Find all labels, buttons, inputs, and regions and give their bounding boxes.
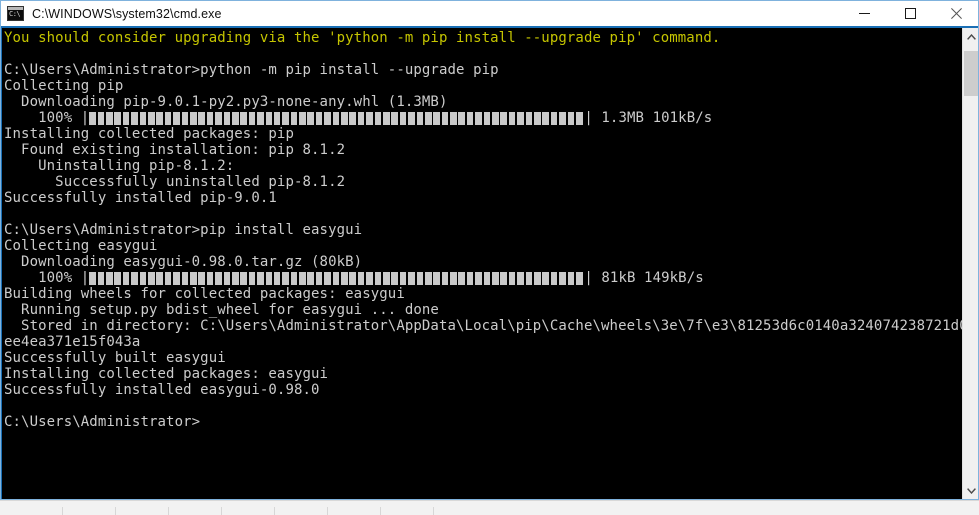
background-cell [115,507,168,515]
console-line: Collecting easygui [4,238,158,254]
chevron-down-icon [967,487,976,494]
background-cutoff-strip [0,500,979,515]
console-line: Installing collected packages: easygui [4,366,329,382]
console-line: Building wheels for collected packages: … [4,286,405,302]
minimize-icon [858,13,870,14]
progress-bar-fill [89,271,584,285]
background-cell [274,507,327,515]
console-output: You should consider upgrading via the 'p… [4,28,979,430]
desktop-background: C:\ C:\WINDOWS\system32\cmd.exe You shou… [0,0,979,515]
console-line: Successfully uninstalled pip-8.1.2 [4,174,346,190]
close-icon [950,8,962,19]
console-line: Successfully built easygui [4,350,226,366]
cmd-console-icon: C:\ [7,6,24,21]
console-line: C:\Users\Administrator>python -m pip ins… [4,62,499,78]
console-line: ee4ea371e15f043a [4,334,141,350]
progress-percent-label: 100% | [4,270,90,286]
background-cell [62,507,115,515]
cmd-window: C:\ C:\WINDOWS\system32\cmd.exe You shou… [0,0,979,500]
maximize-button[interactable] [887,0,933,28]
console-line: Found existing installation: pip 8.1.2 [4,142,346,158]
console-line: Downloading pip-9.0.1-py2.py3-none-any.w… [4,94,448,110]
maximize-icon [904,8,916,19]
scrollbar-up-button[interactable] [963,28,979,45]
background-cell [433,507,486,515]
background-cell [168,507,221,515]
progress-bar-row: 100% | | 1.3MB 101kB/s [4,110,979,126]
progress-percent-label: 100% | [4,110,90,126]
background-cutoff-cells [62,507,486,515]
window-title: C:\WINDOWS\system32\cmd.exe [32,6,222,21]
terminal-viewport[interactable]: You should consider upgrading via the 'p… [4,28,979,499]
minimize-button[interactable] [841,0,887,28]
scrollbar-down-button[interactable] [963,482,979,499]
console-line: Uninstalling pip-8.1.2: [4,158,235,174]
progress-stats: | 81kB 149kB/s [584,270,704,286]
console-line: Downloading easygui-0.98.0.tar.gz (80kB) [4,254,363,270]
console-line: Collecting pip [4,78,124,94]
terminal-scrollbar[interactable] [962,28,979,499]
console-line: Stored in directory: C:\Users\Administra… [4,318,979,334]
window-title-bar[interactable]: C:\ C:\WINDOWS\system32\cmd.exe [0,0,979,28]
console-line: Installing collected packages: pip [4,126,294,142]
console-line: C:\Users\Administrator> [4,414,201,430]
cmd-icon-label: C:\ [9,10,21,18]
console-line: C:\Users\Administrator>pip install easyg… [4,222,363,238]
console-line: Running setup.py bdist_wheel for easygui… [4,302,439,318]
progress-bar-fill [89,111,584,125]
chevron-up-icon [967,33,976,40]
close-button[interactable] [933,0,979,28]
scrollbar-thumb[interactable] [964,51,978,96]
background-cell [221,507,274,515]
terminal-area: You should consider upgrading via the 'p… [0,28,979,499]
window-controls [841,0,979,28]
background-cell [380,507,433,515]
scrollbar-track[interactable] [963,45,979,482]
background-cell [327,507,380,515]
console-line: Successfully installed pip-9.0.1 [4,190,277,206]
progress-stats: | 1.3MB 101kB/s [584,110,713,126]
progress-bar-row: 100% | | 81kB 149kB/s [4,270,979,286]
console-line: Successfully installed easygui-0.98.0 [4,382,320,398]
console-line: You should consider upgrading via the 'p… [4,30,721,46]
